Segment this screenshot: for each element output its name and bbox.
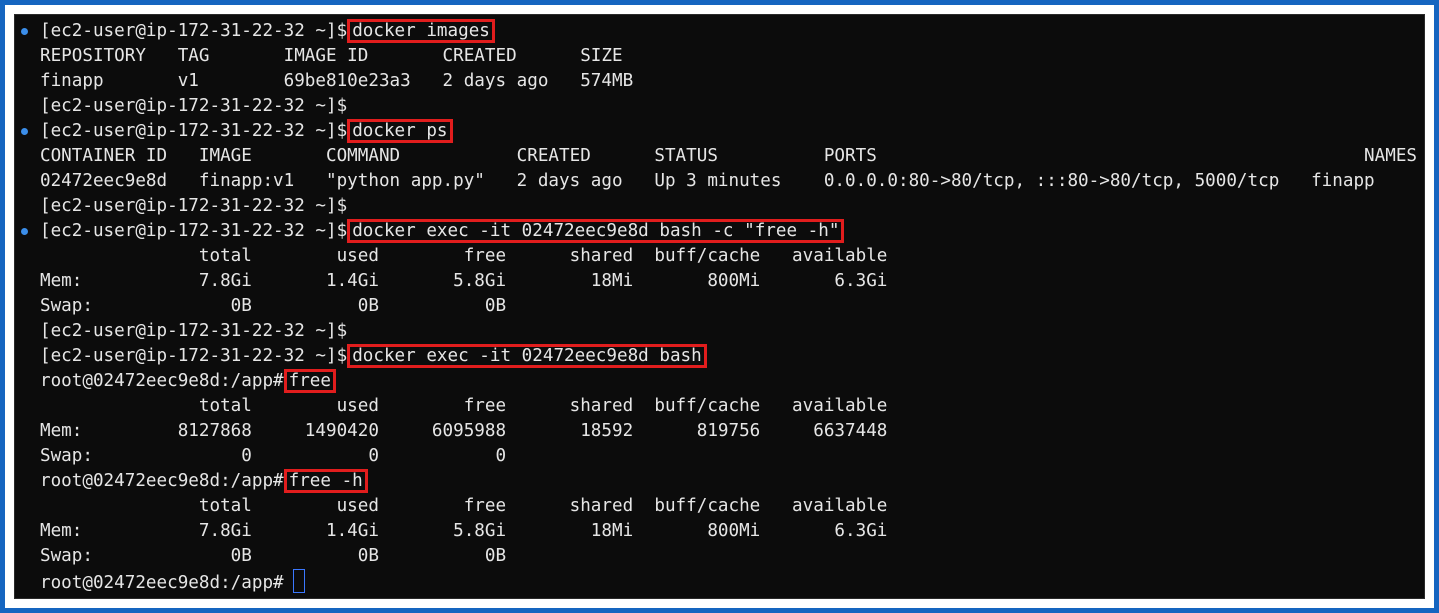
command-text: docker exec -it 02472eec9e8d bash (347, 344, 707, 368)
free-header: total used free shared buff/cache availa… (40, 496, 888, 516)
ps-header: CONTAINER ID IMAGE COMMAND CREATED STATU… (40, 146, 1418, 166)
command-status-dot-icon (21, 128, 28, 135)
ps-row: 02472eec9e8d finapp:v1 "python app.py" 2… (40, 171, 1375, 191)
shell-prompt: [ec2-user@ip-172-31-22-32 ~]$ (40, 321, 348, 341)
shell-prompt: [ec2-user@ip-172-31-22-32 ~]$ (40, 96, 348, 116)
free-mem-row: Mem: 7.8Gi 1.4Gi 5.8Gi 18Mi 800Mi 6.3Gi (40, 271, 888, 291)
command-text: docker exec -it 02472eec9e8d bash -c "fr… (347, 219, 845, 243)
free-swap-row: Swap: 0B 0B 0B (40, 296, 507, 316)
free-header: total used free shared buff/cache availa… (40, 246, 888, 266)
command-line-free-h: root@02472eec9e8d:/app# free -h (40, 469, 368, 494)
container-prompt: root@02472eec9e8d:/app# (40, 573, 284, 593)
command-line-docker-exec-bash: [ec2-user@ip-172-31-22-32 ~]$ docker exec… (40, 344, 707, 369)
command-text: docker ps (347, 119, 453, 143)
shell-prompt: [ec2-user@ip-172-31-22-32 ~]$ (40, 121, 348, 141)
command-status-dot-icon (21, 228, 28, 235)
command-text: free -h (283, 469, 368, 493)
free-mem-row: Mem: 7.8Gi 1.4Gi 5.8Gi 18Mi 800Mi 6.3Gi (40, 521, 888, 541)
active-command-line[interactable]: root@02472eec9e8d:/app# (40, 569, 305, 594)
screenshot-frame: [ec2-user@ip-172-31-22-32 ~]$ docker imag… (0, 0, 1439, 613)
command-line-docker-exec-free: [ec2-user@ip-172-31-22-32 ~]$ docker exec… (40, 219, 845, 244)
free-header: total used free shared buff/cache availa… (40, 396, 888, 416)
command-line-free: root@02472eec9e8d:/app# free (40, 369, 337, 394)
text-cursor-icon (292, 569, 305, 593)
container-prompt: root@02472eec9e8d:/app# (40, 371, 284, 391)
images-header: REPOSITORY TAG IMAGE ID CREATED SIZE (40, 46, 623, 66)
command-text: docker images (347, 19, 495, 43)
command-status-dot-icon (21, 28, 28, 35)
shell-prompt: [ec2-user@ip-172-31-22-32 ~]$ (40, 221, 348, 241)
images-row: finapp v1 69be810e23a3 2 days ago 574MB (40, 71, 634, 91)
shell-prompt: [ec2-user@ip-172-31-22-32 ~]$ (40, 196, 348, 216)
command-text: free (283, 369, 337, 393)
free-swap-row: Swap: 0B 0B 0B (40, 546, 507, 566)
shell-prompt: [ec2-user@ip-172-31-22-32 ~]$ (40, 346, 348, 366)
shell-prompt: [ec2-user@ip-172-31-22-32 ~]$ (40, 21, 348, 41)
command-line-docker-ps: [ec2-user@ip-172-31-22-32 ~]$ docker ps (40, 119, 453, 144)
container-prompt: root@02472eec9e8d:/app# (40, 471, 284, 491)
free-swap-row: Swap: 0 0 0 (40, 446, 507, 466)
terminal-window: [ec2-user@ip-172-31-22-32 ~]$ docker imag… (14, 14, 1425, 599)
command-line-docker-images: [ec2-user@ip-172-31-22-32 ~]$ docker imag… (40, 19, 495, 44)
free-mem-row: Mem: 8127868 1490420 6095988 18592 81975… (40, 421, 888, 441)
